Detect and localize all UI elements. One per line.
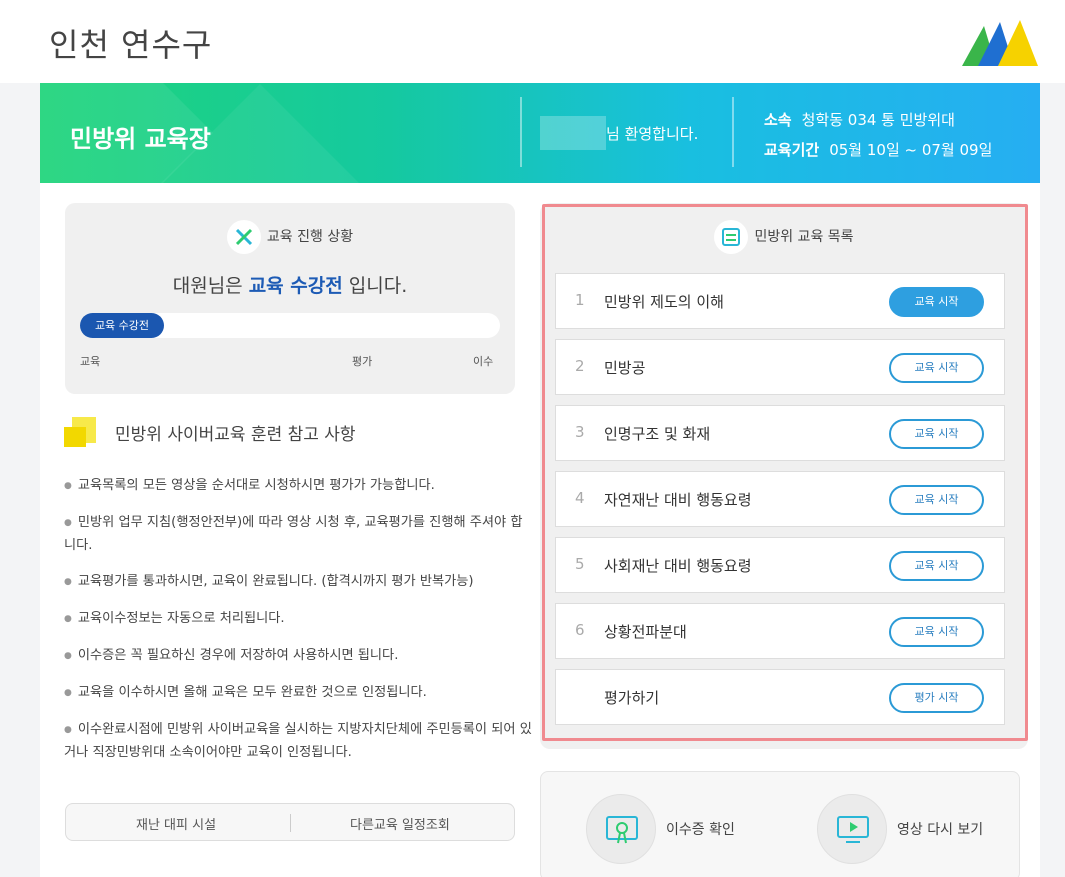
main-content: 교육 진행 상황 대원님은 교육 수강전 입니다. 교육 수강전 교육 평가 이… — [40, 183, 1040, 877]
period-value: 05월 10일 ~ 07월 09일 — [829, 141, 993, 159]
welcome-banner: 민방위 교육장 님 환영합니다. 소속 청학동 034 통 민방위대 교육기간 05… — [40, 83, 1040, 183]
note-item: 교육을 이수하시면 올해 교육은 모두 완료한 것으로 인정됩니다. — [64, 682, 534, 705]
banner-divider — [520, 97, 522, 167]
certificate-icon — [586, 794, 656, 864]
progress-status: 대원님은 교육 수강전 입니다. — [65, 271, 515, 298]
monitor-play-icon — [817, 794, 887, 864]
progress-heading: 교육 진행 상황 — [65, 220, 515, 254]
note-item: 이수완료시점에 민방위 사이버교육을 실시하는 지방자치단체에 주민등록이 되어… — [64, 719, 534, 764]
note-item: 교육이수정보는 자동으로 처리됩니다. — [64, 608, 534, 631]
progress-panel: 교육 진행 상황 대원님은 교육 수강전 입니다. 교육 수강전 교육 평가 이… — [65, 203, 515, 394]
pencil-ruler-icon — [226, 220, 261, 254]
certificate-label: 이수증 확인 — [666, 822, 735, 838]
banner-divider — [732, 97, 734, 167]
status-prefix: 대원님은 — [172, 275, 243, 297]
step-evaluation: 평가 — [352, 355, 373, 368]
highlight-frame — [542, 204, 1028, 741]
welcome-text: 님 환영합니다. — [606, 125, 699, 143]
reference-title: 민방위 사이버교육 훈련 참고 사항 — [115, 425, 356, 445]
banner-title: 민방위 교육장 — [70, 125, 211, 153]
progress-fill: 교육 수강전 — [80, 313, 164, 338]
step-completion: 이수 — [473, 355, 494, 368]
replay-label: 영상 다시 보기 — [897, 822, 984, 838]
period-row: 교육기간 05월 10일 ~ 07월 09일 — [764, 139, 992, 160]
progress-track: 교육 수강전 — [80, 313, 500, 338]
bottom-actions: 이수증 확인 영상 다시 보기 — [540, 771, 1020, 877]
affiliation-label: 소속 — [764, 111, 792, 129]
site-title: 인천 연수구 — [49, 26, 213, 64]
quick-links: 재난 대피 시설 다른교육 일정조회 — [65, 803, 515, 841]
logo-icon[interactable] — [962, 18, 1040, 68]
affiliation-value: 청학동 034 통 민방위대 — [801, 111, 955, 129]
link-separator — [290, 814, 291, 832]
progress-heading-text: 교육 진행 상황 — [266, 229, 354, 245]
step-education: 교육 — [80, 355, 101, 368]
shelter-link[interactable]: 재난 대피 시설 — [136, 814, 216, 833]
period-label: 교육기간 — [764, 141, 820, 159]
reference-notes: 교육목록의 모든 영상을 순서대로 시청하시면 평가가 가능합니다. 민방위 업… — [64, 475, 534, 778]
schedule-link[interactable]: 다른교육 일정조회 — [350, 814, 450, 833]
note-item: 교육평가를 통과하시면, 교육이 완료됩니다. (합격시까지 평가 반복가능) — [64, 571, 534, 594]
top-bar: 인천 연수구 — [0, 0, 1065, 83]
status-highlight: 교육 수강전 — [248, 275, 343, 297]
note-item: 교육목록의 모든 영상을 순서대로 시청하시면 평가가 가능합니다. — [64, 475, 534, 498]
affiliation-row: 소속 청학동 034 통 민방위대 — [764, 109, 955, 130]
user-name-mask — [540, 116, 606, 150]
note-item: 이수증은 꼭 필요하신 경우에 저장하여 사용하시면 됩니다. — [64, 645, 534, 668]
note-item: 민방위 업무 지침(행정안전부)에 따라 영상 시청 후, 교육평가를 진행해 … — [64, 512, 534, 557]
status-suffix: 입니다. — [348, 275, 408, 297]
note-icon — [64, 417, 96, 447]
